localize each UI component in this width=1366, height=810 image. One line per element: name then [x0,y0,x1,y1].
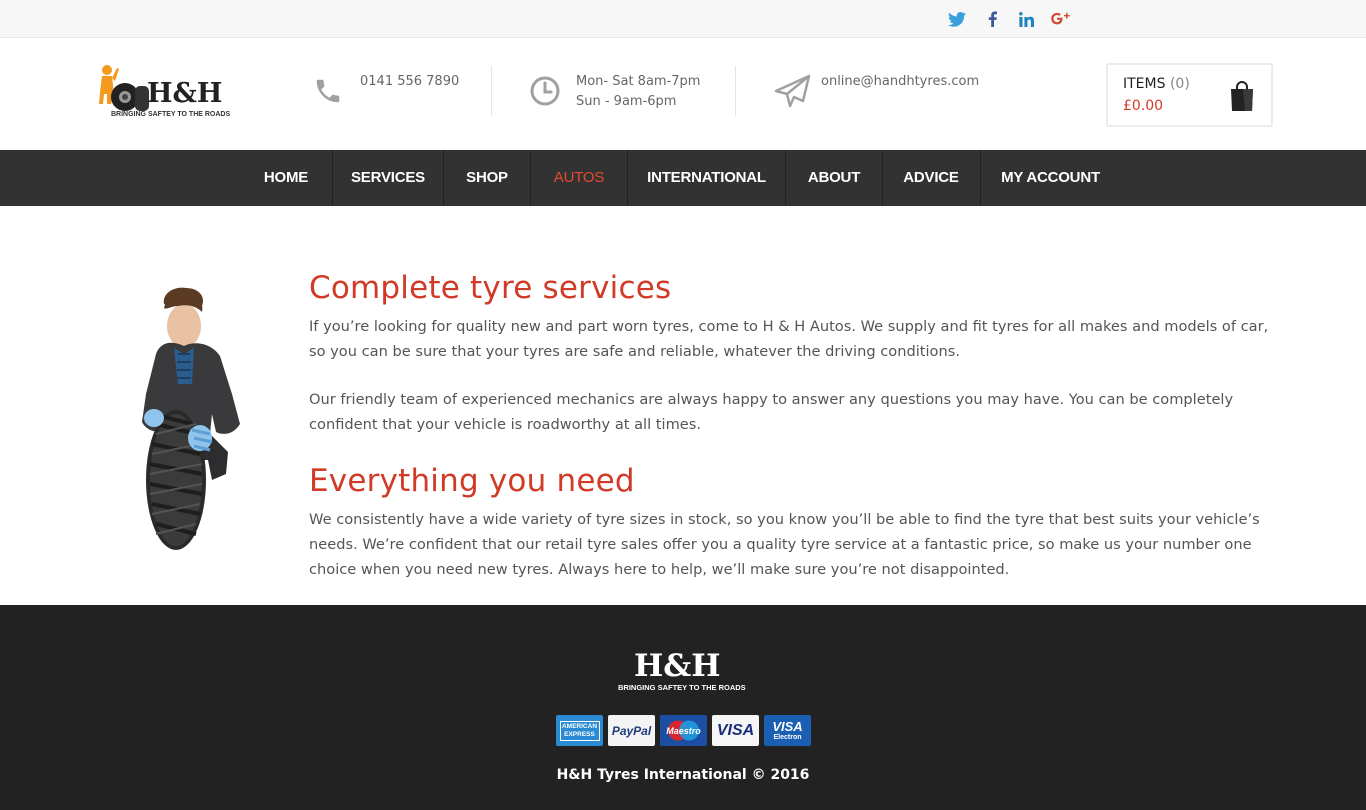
mascot-icon [99,65,149,111]
nav-shop[interactable]: SHOP [456,150,518,206]
email-link[interactable]: online@handhtyres.com [821,72,979,92]
facebook-icon[interactable] [984,9,1000,29]
nav-divider [882,150,883,206]
site-footer: H&H BRINGING SAFTEY TO THE ROADS AMERICA… [0,605,1366,810]
paypal-card-icon: PayPal [608,715,655,746]
site-header: H&H BRINGING SAFTEY TO THE ROADS 0141 55… [0,38,1366,150]
divider [491,66,492,116]
paper-plane-icon [774,74,811,108]
linkedin-icon[interactable] [1016,9,1036,29]
nav-my-account[interactable]: MY ACCOUNT [993,150,1108,206]
maestro-card-label: Maestro [666,725,701,736]
divider [735,66,736,116]
main-nav: HOME SERVICES SHOP AUTOS INTERNATIONAL A… [0,150,1366,206]
footer-logo-text: H&H [634,648,721,684]
nav-divider [530,150,531,206]
twitter-icon[interactable] [946,9,968,29]
nav-about[interactable]: ABOUT [798,150,870,206]
phone-icon [316,79,340,103]
paragraph-intro: If you’re looking for quality new and pa… [309,318,1269,360]
nav-divider [627,150,628,206]
nav-divider [785,150,786,206]
paragraph-mechanics: Our friendly team of experienced mechani… [309,391,1234,433]
clock-icon [530,76,560,106]
cart-items-label: ITEMS [1123,76,1166,92]
nav-services[interactable]: SERVICES [345,150,431,206]
heading-everything-you-need: Everything you need [309,463,635,499]
cart-items: ITEMS (0) [1123,76,1190,92]
nav-divider [332,150,333,206]
nav-divider [980,150,981,206]
footer-logo[interactable]: H&H BRINGING SAFTEY TO THE ROADS [618,648,750,693]
mechanic-with-tyre-image [142,287,240,550]
paragraph-tyre-sizes: We consistently have a wide variety of t… [309,511,1260,578]
amex-card-icon: AMERICAN EXPRESS [556,715,603,746]
nav-international[interactable]: INTERNATIONAL [640,150,773,206]
visa-card-label: VISA [716,721,755,739]
hours-weekday: Mon- Sat 8am-7pm [576,74,701,89]
phone-number[interactable]: 0141 556 7890 [360,72,459,92]
logo-text: H&H [147,78,223,109]
site-logo[interactable]: H&H BRINGING SAFTEY TO THE ROADS [95,64,230,124]
cart-total: £0.00 [1123,98,1164,114]
shopping-bag-icon [1231,81,1253,111]
nav-advice[interactable]: ADVICE [895,150,967,206]
logo-tagline: BRINGING SAFTEY TO THE ROADS [111,111,231,118]
copyright: H&H Tyres International © 2016 [556,767,810,783]
hours-sunday: Sun - 9am-6pm [576,94,677,109]
heading-complete-tyre-services: Complete tyre services [309,270,672,306]
visa-electron-card-icon: VISA Electron [764,715,811,746]
cart-count: (0) [1169,76,1190,92]
visa-electron-card-label: VISA [772,718,803,734]
top-bar [0,0,1366,38]
amex-card-label: AMERICAN EXPRESS [559,720,600,741]
nav-home[interactable]: HOME [253,150,319,206]
nav-divider [443,150,444,206]
paypal-card-label: PayPal [611,723,652,738]
nav-autos[interactable]: AUTOS [543,150,615,206]
cart-button[interactable]: ITEMS (0) £0.00 [1106,63,1273,127]
google-plus-icon[interactable] [1050,9,1070,29]
maestro-card-icon: Maestro [660,715,707,746]
visa-electron-card-sub: Electron [773,733,802,741]
visa-card-icon: VISA [712,715,759,746]
footer-logo-tagline: BRINGING SAFTEY TO THE ROADS [618,683,746,692]
